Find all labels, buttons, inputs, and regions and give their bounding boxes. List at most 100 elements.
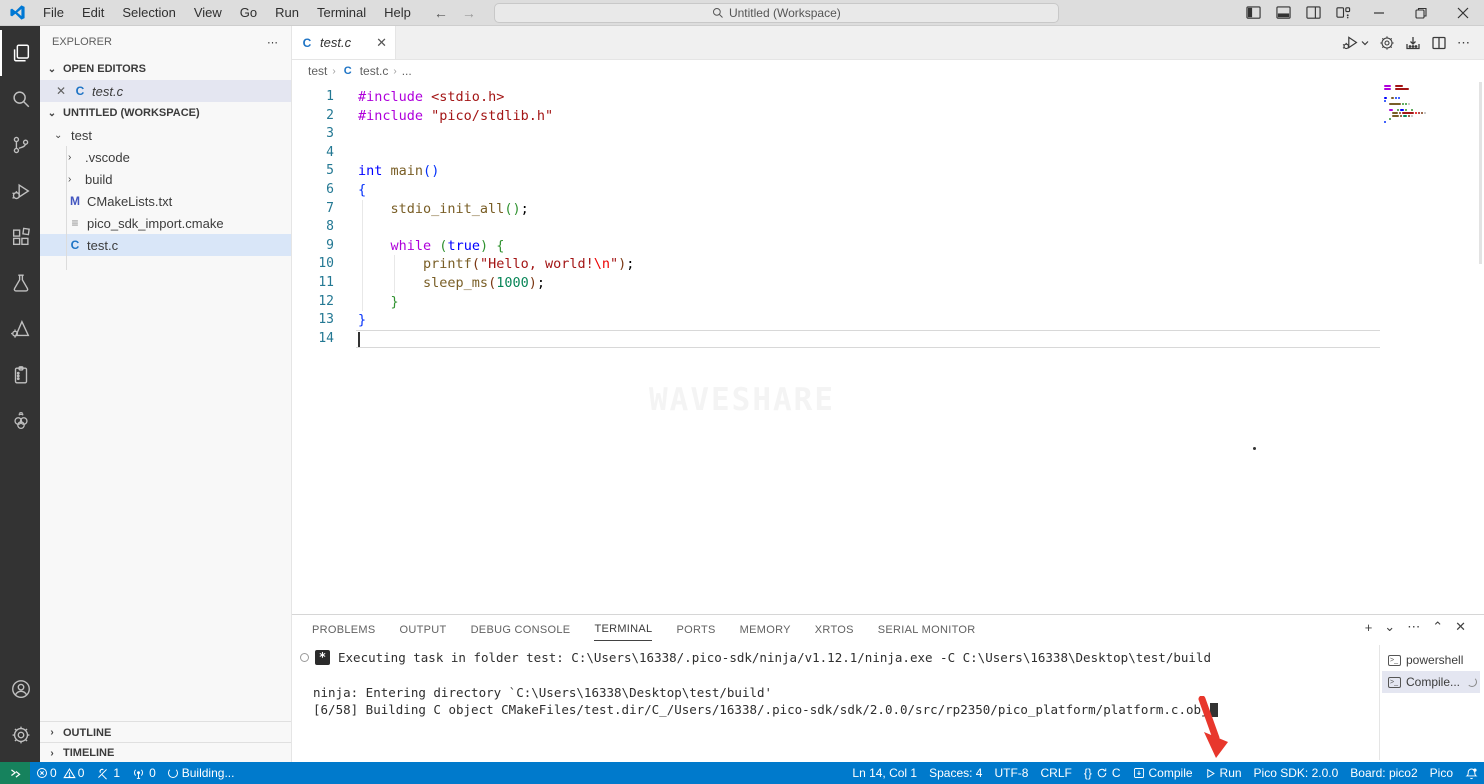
- panel-tab-problems[interactable]: PROBLEMS: [312, 624, 376, 641]
- code-line-6[interactable]: 6{: [292, 181, 1484, 200]
- code-line-9[interactable]: 9 while (true) {: [292, 237, 1484, 256]
- minimap[interactable]: [1384, 85, 1444, 127]
- code-editor[interactable]: WAVESHARE 1#include <stdio.h>2#include "…: [292, 82, 1484, 614]
- breadcrumb[interactable]: test › C test.c › ...: [292, 60, 1484, 82]
- problems-status[interactable]: 0 0: [30, 762, 90, 784]
- close-panel-icon[interactable]: ✕: [1455, 619, 1466, 635]
- panel-tab-memory[interactable]: MEMORY: [740, 624, 791, 641]
- eol-sequence[interactable]: CRLF: [1034, 762, 1077, 784]
- board-selector[interactable]: Board: pico2: [1344, 762, 1423, 784]
- editor-scrollbar[interactable]: [1479, 82, 1482, 264]
- tree-item-pico-sdk-import-cmake[interactable]: ≡pico_sdk_import.cmake: [40, 212, 291, 234]
- split-editor-icon[interactable]: [1431, 35, 1447, 51]
- close-editor-icon[interactable]: ✕: [54, 84, 68, 98]
- breadcrumb-more[interactable]: ...: [402, 64, 412, 78]
- code-line-10[interactable]: 10 printf("Hello, world!\n");: [292, 255, 1484, 274]
- flash-download-icon[interactable]: [1405, 35, 1421, 51]
- editor-settings-gear-icon[interactable]: [1379, 35, 1395, 51]
- menu-terminal[interactable]: Terminal: [308, 5, 375, 20]
- serial-ports-status[interactable]: 0: [126, 762, 162, 784]
- pico-tools-icon[interactable]: [0, 352, 40, 398]
- terminal-instance-compile-[interactable]: >_Compile...: [1382, 671, 1480, 693]
- customize-layout-icon[interactable]: [1328, 0, 1358, 25]
- code-line-5[interactable]: 5int main(): [292, 162, 1484, 181]
- code-line-12[interactable]: 12 }: [292, 293, 1484, 312]
- code-line-8[interactable]: 8: [292, 218, 1484, 237]
- panel-tab-debug-console[interactable]: DEBUG CONSOLE: [471, 624, 571, 641]
- panel-more-icon[interactable]: ⋯: [1407, 619, 1420, 635]
- explorer-more-actions-icon[interactable]: ⋯: [267, 36, 279, 49]
- language-status[interactable]: {} C: [1078, 762, 1127, 784]
- code-line-7[interactable]: 7 stdio_init_all();: [292, 200, 1484, 219]
- breadcrumb-folder[interactable]: test: [308, 64, 327, 78]
- menu-help[interactable]: Help: [375, 5, 420, 20]
- encoding[interactable]: UTF-8: [988, 762, 1034, 784]
- notifications-bell[interactable]: [1459, 762, 1484, 784]
- terminal-instance-powershell[interactable]: >_powershell: [1382, 649, 1480, 671]
- outline-section[interactable]: › OUTLINE: [40, 722, 291, 743]
- close-icon[interactable]: [1442, 0, 1484, 25]
- menu-view[interactable]: View: [185, 5, 231, 20]
- code-line-13[interactable]: 13}: [292, 311, 1484, 330]
- tree-item-test[interactable]: ⌄test: [40, 124, 291, 146]
- tree-item--vscode[interactable]: ›.vscode: [40, 146, 291, 168]
- new-terminal-icon[interactable]: +: [1365, 620, 1373, 635]
- explorer-icon[interactable]: [0, 30, 40, 76]
- panel-tab-terminal[interactable]: TERMINAL: [594, 623, 652, 641]
- command-center-search[interactable]: Untitled (Workspace): [494, 3, 1059, 23]
- testing-icon[interactable]: [0, 260, 40, 306]
- code-line-3[interactable]: 3: [292, 125, 1484, 144]
- cursor-position[interactable]: Ln 14, Col 1: [846, 762, 923, 784]
- cmake-icon[interactable]: [0, 306, 40, 352]
- account-icon[interactable]: [0, 666, 40, 712]
- restore-icon[interactable]: [1400, 0, 1442, 25]
- building-status[interactable]: Building...: [162, 762, 241, 784]
- search-icon[interactable]: [0, 76, 40, 122]
- tree-item-build[interactable]: ›build: [40, 168, 291, 190]
- pico-sdk-version[interactable]: Pico SDK: 2.0.0: [1248, 762, 1345, 784]
- maximize-panel-icon[interactable]: ⌃: [1432, 619, 1443, 635]
- editor-more-actions-icon[interactable]: ⋯: [1457, 35, 1470, 51]
- code-line-1[interactable]: 1#include <stdio.h>: [292, 88, 1484, 107]
- breadcrumb-file[interactable]: test.c: [360, 64, 389, 78]
- tab-test-c[interactable]: C test.c ✕: [292, 26, 396, 59]
- compile-button[interactable]: Compile: [1127, 762, 1199, 784]
- open-editors-section[interactable]: ⌄ OPEN EDITORS: [40, 58, 291, 80]
- remote-indicator[interactable]: [0, 762, 30, 784]
- run-c-file-button[interactable]: [1342, 34, 1369, 51]
- tab-close-icon[interactable]: ✕: [376, 35, 387, 51]
- nav-forward-icon[interactable]: →: [462, 5, 476, 21]
- panel-tab-ports[interactable]: PORTS: [676, 624, 715, 641]
- timeline-section[interactable]: › TIMELINE: [40, 743, 291, 763]
- menu-selection[interactable]: Selection: [113, 5, 184, 20]
- pico-status[interactable]: Pico: [1424, 762, 1459, 784]
- toggle-secondary-sidebar-icon[interactable]: [1298, 0, 1328, 25]
- menu-run[interactable]: Run: [266, 5, 308, 20]
- code-line-11[interactable]: 11 sleep_ms(1000);: [292, 274, 1484, 293]
- workspace-section[interactable]: ⌄ UNTITLED (WORKSPACE): [40, 102, 291, 124]
- tree-item-test-c[interactable]: Ctest.c: [40, 234, 291, 256]
- panel-tab-output[interactable]: OUTPUT: [400, 624, 447, 641]
- panel-tab-xrtos[interactable]: XRTOS: [815, 624, 854, 641]
- menu-edit[interactable]: Edit: [73, 5, 113, 20]
- extensions-icon[interactable]: [0, 214, 40, 260]
- code-line-4[interactable]: 4: [292, 144, 1484, 163]
- menu-file[interactable]: File: [34, 5, 73, 20]
- minimize-icon[interactable]: [1358, 0, 1400, 25]
- panel-tab-serial-monitor[interactable]: SERIAL MONITOR: [878, 624, 976, 641]
- run-button[interactable]: Run: [1199, 762, 1248, 784]
- toggle-panel-icon[interactable]: [1268, 0, 1298, 25]
- menu-go[interactable]: Go: [231, 5, 266, 20]
- terminal-dropdown-icon[interactable]: ⌄: [1384, 619, 1395, 635]
- source-control-icon[interactable]: [0, 122, 40, 168]
- raspberry-pi-icon[interactable]: [0, 398, 40, 444]
- toggle-sidebar-icon[interactable]: [1238, 0, 1268, 25]
- run-and-debug-icon[interactable]: [0, 168, 40, 214]
- tools-status[interactable]: 1: [90, 762, 126, 784]
- open-editor-item-test-c[interactable]: ✕ C test.c: [40, 80, 291, 102]
- settings-gear-icon[interactable]: [0, 712, 40, 758]
- code-line-2[interactable]: 2#include "pico/stdlib.h": [292, 107, 1484, 126]
- nav-back-icon[interactable]: ←: [434, 5, 448, 21]
- tree-item-cmakelists-txt[interactable]: MCMakeLists.txt: [40, 190, 291, 212]
- indentation[interactable]: Spaces: 4: [923, 762, 988, 784]
